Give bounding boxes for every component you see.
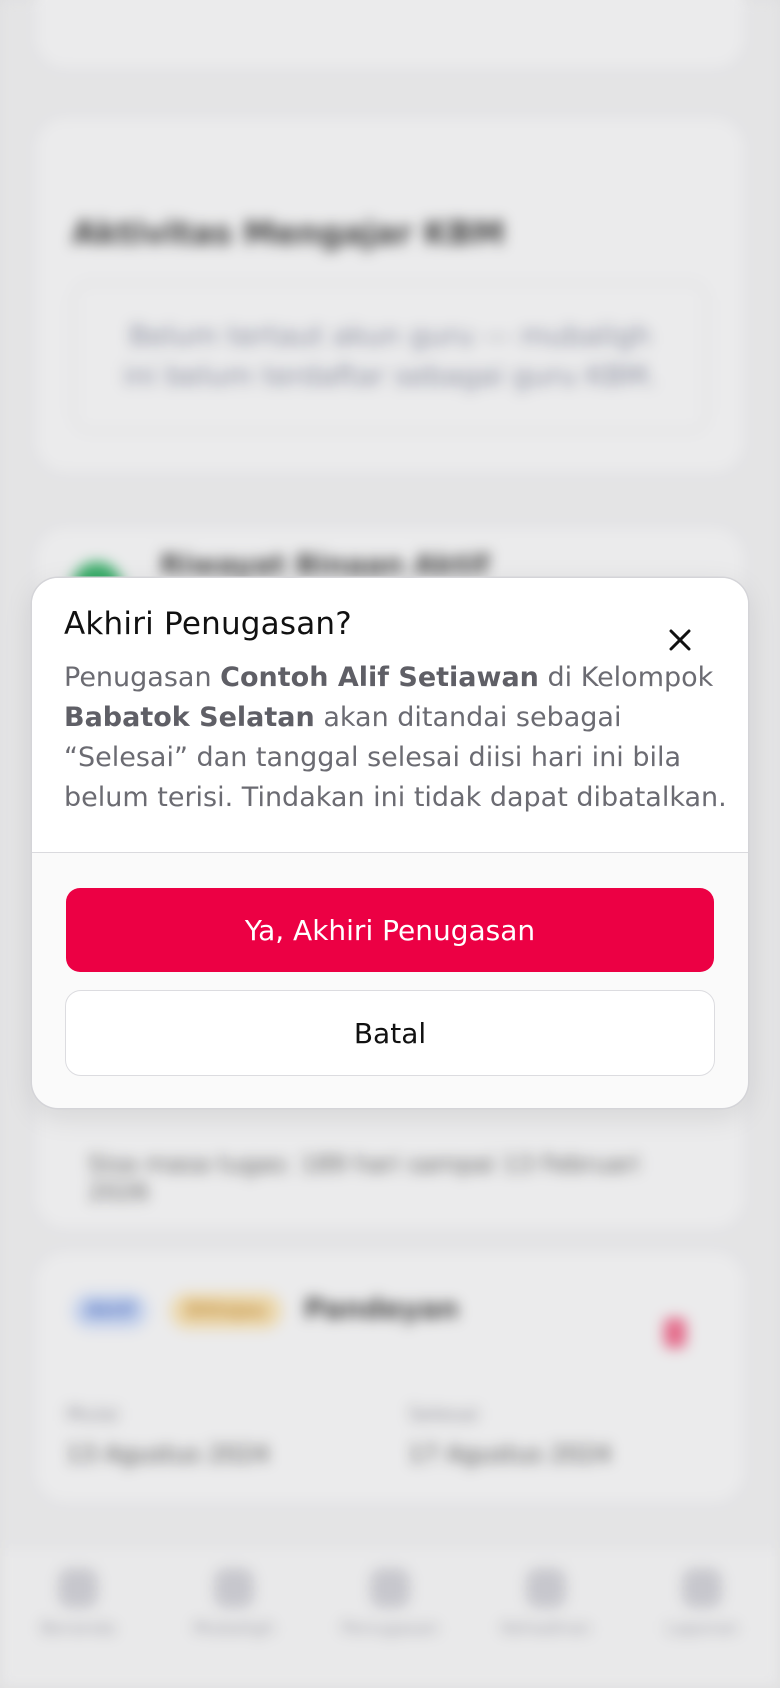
message-mid: di Kelompok bbox=[538, 662, 714, 693]
dialog-header: Akhiri Penugasan? Penugasan Contoh Alif … bbox=[32, 578, 748, 853]
cancel-button[interactable]: Batal bbox=[65, 990, 715, 1076]
message-person: Contoh Alif Setiawan bbox=[220, 662, 539, 693]
confirm-end-assignment-button[interactable]: Ya, Akhiri Penugasan bbox=[66, 888, 714, 972]
dialog-message: Penugasan Contoh Alif Setiawan di Kelomp… bbox=[64, 658, 736, 818]
close-icon bbox=[669, 629, 691, 651]
end-assignment-dialog: Akhiri Penugasan? Penugasan Contoh Alif … bbox=[32, 578, 748, 1108]
close-button[interactable] bbox=[660, 620, 700, 660]
message-group: Babatok Selatan bbox=[64, 702, 315, 733]
dialog-title: Akhiri Penugasan? bbox=[64, 606, 352, 642]
message-prefix: Penugasan bbox=[64, 662, 221, 693]
